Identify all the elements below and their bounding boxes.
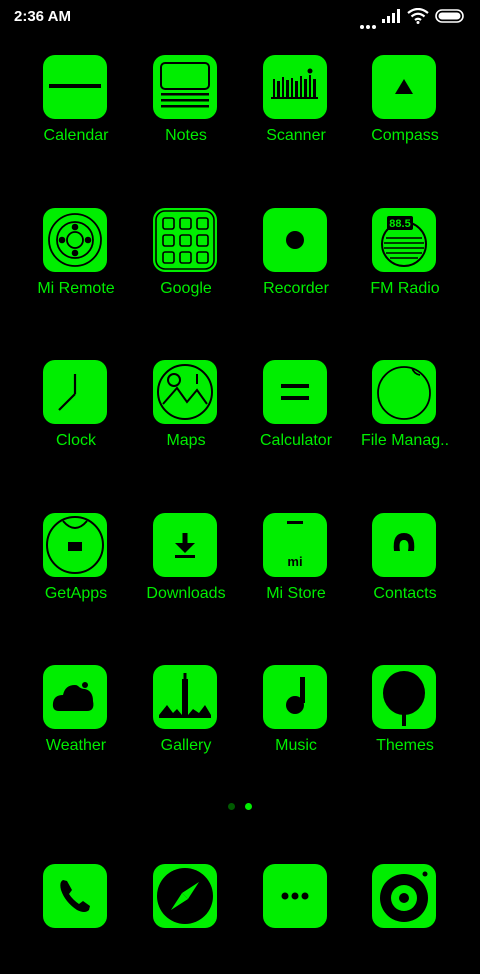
- app-music[interactable]: Music: [241, 665, 351, 775]
- dock-phone[interactable]: [21, 864, 131, 974]
- dock-camera[interactable]: [350, 864, 460, 974]
- app-label: Music: [275, 737, 317, 754]
- app-label: FM Radio: [370, 280, 440, 297]
- scanner-icon: [263, 55, 327, 119]
- browser-icon: [153, 864, 217, 928]
- battery-icon: [435, 9, 464, 23]
- app-label: Weather: [45, 737, 107, 754]
- dock-browser[interactable]: [131, 864, 241, 974]
- app-downloads[interactable]: Downloads: [131, 513, 241, 623]
- app-mi-store[interactable]: mi Mi Store: [241, 513, 351, 623]
- app-label: File Manag..: [360, 432, 450, 449]
- status-bar: 2:36 AM: [0, 0, 480, 34]
- clock-icon: [43, 360, 107, 424]
- app-calculator[interactable]: Calculator: [241, 360, 351, 470]
- app-label: Google: [160, 280, 212, 297]
- radio-frequency: 88.5: [389, 218, 410, 230]
- maps-icon: [153, 360, 217, 424]
- app-weather[interactable]: Weather: [21, 665, 131, 775]
- app-getapps[interactable]: GetApps: [21, 513, 131, 623]
- app-label: Calendar: [43, 127, 109, 144]
- weather-icon: [43, 665, 107, 729]
- mi-logo: mi: [287, 554, 302, 569]
- app-contacts[interactable]: Contacts: [350, 513, 460, 623]
- app-label: Mi Store: [266, 585, 326, 602]
- app-clock[interactable]: Clock: [21, 360, 131, 470]
- notification-more-icon: [360, 16, 378, 29]
- music-icon: [263, 665, 327, 729]
- compass-icon: [372, 55, 436, 119]
- app-label: Scanner: [266, 127, 326, 144]
- contacts-icon: [372, 513, 436, 577]
- download-icon: [153, 513, 217, 577]
- app-label: Gallery: [160, 737, 212, 754]
- notes-icon: [153, 55, 217, 119]
- app-label: Recorder: [263, 280, 329, 297]
- app-themes[interactable]: Themes: [350, 665, 460, 775]
- app-label: Clock: [55, 432, 96, 449]
- app-label: Maps: [166, 432, 206, 449]
- store-icon: mi: [263, 513, 327, 577]
- radio-icon: 88.5: [372, 208, 436, 272]
- app-notes[interactable]: Notes: [131, 55, 241, 165]
- status-time: 2:36 AM: [14, 8, 71, 25]
- app-label: Contacts: [373, 585, 437, 602]
- page-dot-1[interactable]: [228, 803, 235, 810]
- app-label: Notes: [165, 127, 207, 144]
- app-label: Compass: [371, 127, 439, 144]
- wifi-icon: [407, 8, 429, 24]
- more-icon: [263, 864, 327, 928]
- page-dot-2-active[interactable]: [245, 803, 252, 810]
- app-gallery[interactable]: Gallery: [131, 665, 241, 775]
- themes-icon: [372, 665, 436, 729]
- app-label: GetApps: [44, 585, 108, 602]
- camera-icon: [372, 864, 436, 928]
- phone-icon: [43, 864, 107, 928]
- page-indicator: [0, 803, 480, 813]
- app-recorder[interactable]: Recorder: [241, 208, 351, 318]
- app-file-manager[interactable]: File Manag..: [350, 360, 460, 470]
- remote-icon: [43, 208, 107, 272]
- app-label: Downloads: [146, 585, 226, 602]
- gallery-icon: [153, 665, 217, 729]
- app-scanner[interactable]: Scanner: [241, 55, 351, 165]
- app-compass[interactable]: Compass: [350, 55, 460, 165]
- app-fm-radio[interactable]: 88.5 FM Radio: [350, 208, 460, 318]
- file-manager-icon: [372, 360, 436, 424]
- app-maps[interactable]: Maps: [131, 360, 241, 470]
- app-label: Mi Remote: [37, 280, 115, 297]
- google-folder-icon: [153, 208, 217, 272]
- getapps-icon: [43, 513, 107, 577]
- app-google-folder[interactable]: Google: [131, 208, 241, 318]
- app-label: Themes: [376, 737, 434, 754]
- app-mi-remote[interactable]: Mi Remote: [21, 208, 131, 318]
- calculator-icon: [263, 360, 327, 424]
- dock-more[interactable]: [241, 864, 351, 974]
- app-label: Calculator: [259, 432, 333, 449]
- signal-icon: [382, 9, 400, 23]
- app-calendar[interactable]: Calendar: [21, 55, 131, 165]
- recorder-icon: [263, 208, 327, 272]
- calendar-icon: [43, 55, 107, 119]
